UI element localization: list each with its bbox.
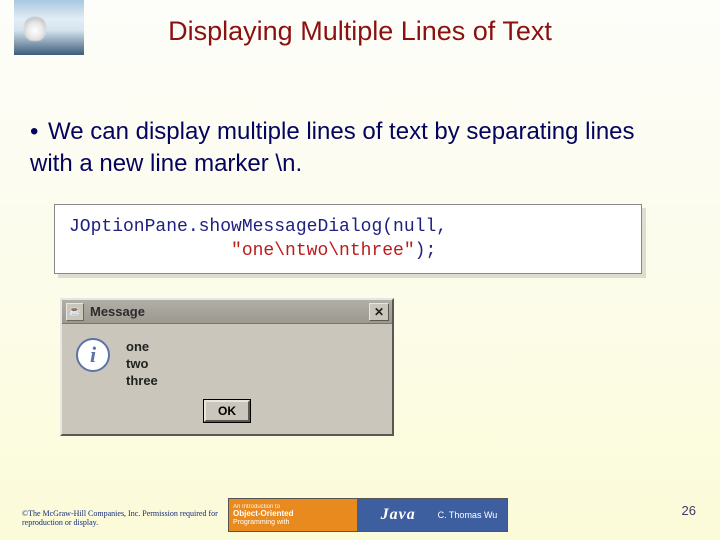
info-icon: i	[76, 338, 110, 372]
message-text: one two three	[126, 338, 158, 388]
dialog-title: Message	[90, 304, 363, 319]
message-dialog: ☕ Message ✕ i one two three OK	[60, 298, 394, 436]
book-subtext: Programming with	[233, 519, 361, 526]
book-java-logo: Java	[365, 506, 432, 524]
book-author: C. Thomas Wu	[432, 510, 507, 520]
code-string: "one\ntwo\nthree"	[231, 241, 415, 261]
book-toptext: An Introduction to	[233, 504, 361, 510]
java-cup-icon: ☕	[66, 303, 84, 321]
close-icon: ✕	[374, 306, 384, 318]
message-line: two	[126, 356, 158, 371]
message-line: three	[126, 373, 158, 388]
ok-button[interactable]: OK	[204, 400, 250, 422]
page-number: 26	[682, 503, 696, 518]
close-button[interactable]: ✕	[369, 303, 389, 321]
book-maintext: Object-Oriented	[233, 510, 361, 518]
code-sample: JOptionPane.showMessageDialog(null, "one…	[54, 204, 642, 274]
bullet-text: We can display multiple lines of text by…	[30, 118, 635, 177]
textbook-banner: An Introduction to Object-Oriented Progr…	[228, 498, 508, 532]
dialog-titlebar: ☕ Message ✕	[62, 300, 392, 324]
code-call: JOptionPane.showMessageDialog(null,	[69, 217, 447, 237]
message-line: one	[126, 339, 158, 354]
slide-title: Displaying Multiple Lines of Text	[0, 16, 720, 47]
bullet-point: •We can display multiple lines of text b…	[30, 116, 670, 181]
code-terminator: );	[415, 241, 437, 261]
copyright-notice: ©The McGraw-Hill Companies, Inc. Permiss…	[22, 509, 222, 528]
bullet-marker: •	[30, 116, 48, 148]
